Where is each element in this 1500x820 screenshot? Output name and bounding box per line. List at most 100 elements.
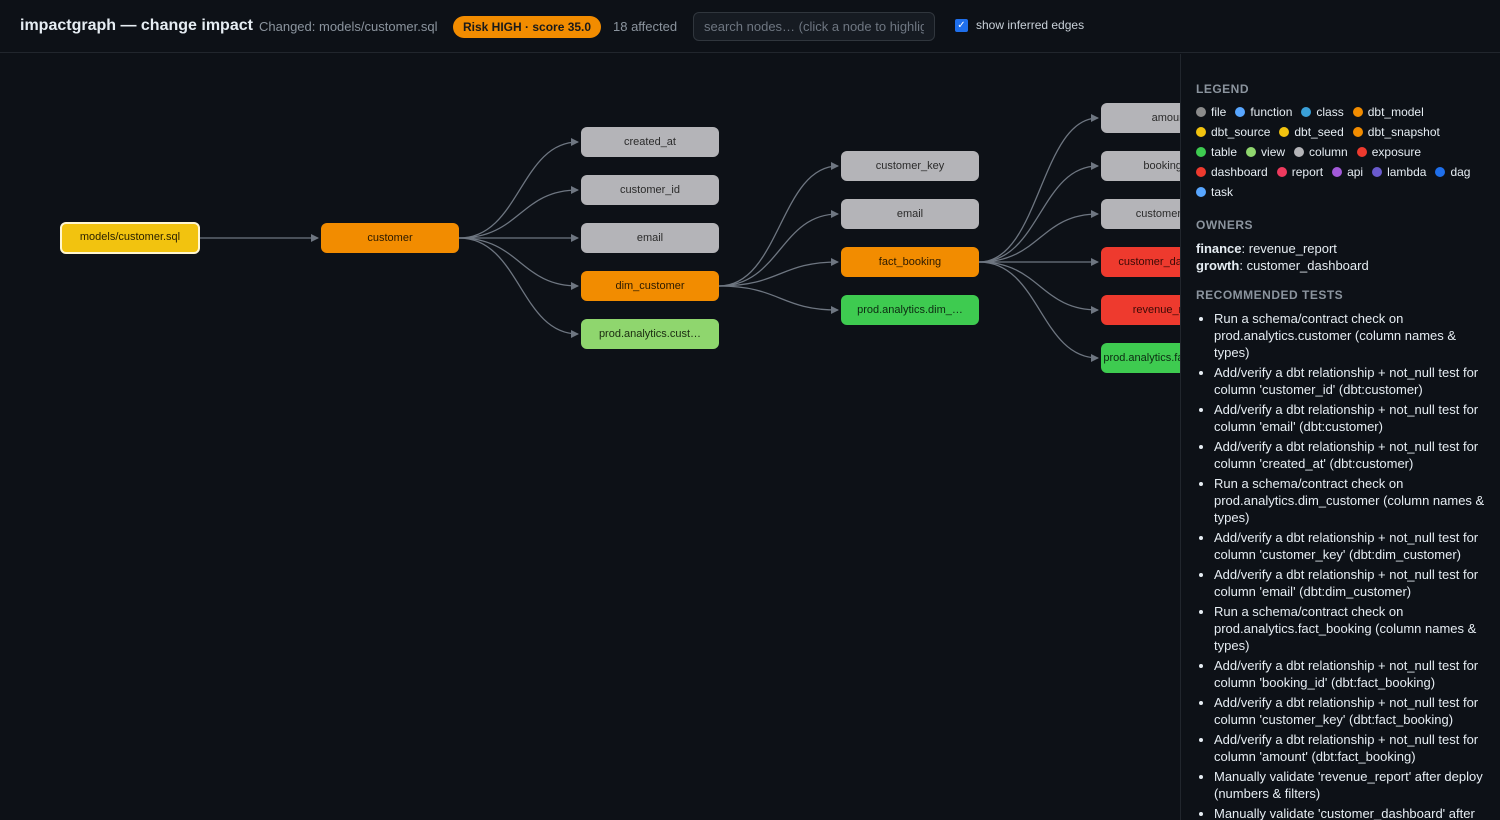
color-dot-icon	[1196, 107, 1206, 117]
color-dot-icon	[1435, 167, 1446, 177]
owner-row: finance: revenue_report	[1196, 241, 1337, 256]
legend-item: table	[1196, 144, 1237, 160]
search-input[interactable]	[693, 12, 935, 41]
graph-canvas[interactable]: models/customer.sql customer created_at …	[0, 54, 1181, 820]
legend-item: task	[1196, 184, 1233, 200]
owner-team: finance	[1196, 241, 1242, 256]
graph-node-column[interactable]: customer_key	[1101, 199, 1181, 229]
test-item: Run a schema/contract check on prod.anal…	[1214, 310, 1486, 361]
test-item: Add/verify a dbt relationship + not_null…	[1214, 364, 1486, 398]
test-item: Manually validate 'revenue_report' after…	[1214, 768, 1486, 802]
legend-item: column	[1294, 144, 1348, 160]
legend-label: dag	[1450, 165, 1471, 179]
legend-label: column	[1309, 145, 1348, 159]
legend-item: exposure	[1356, 144, 1422, 160]
legend-label: view	[1261, 145, 1286, 159]
legend-label: exposure	[1371, 145, 1422, 159]
legend-item: function	[1235, 104, 1292, 120]
checkbox-checked-icon[interactable]: ✓	[955, 18, 968, 32]
graph-node-changed-file[interactable]: models/customer.sql	[60, 222, 200, 254]
legend-label: file	[1211, 105, 1227, 119]
legend-label: function	[1250, 105, 1293, 119]
edge	[978, 210, 1099, 263]
legend-label: dbt_model	[1367, 105, 1424, 119]
color-dot-icon	[1246, 147, 1257, 157]
legend-item: class	[1301, 104, 1344, 120]
color-dot-icon	[1352, 107, 1363, 117]
test-item: Add/verify a dbt relationship + not_null…	[1214, 657, 1486, 691]
test-item: Add/verify a dbt relationship + not_null…	[1214, 566, 1486, 600]
test-item: Add/verify a dbt relationship + not_null…	[1214, 401, 1486, 435]
affected-count: 18 affected	[613, 19, 678, 34]
color-dot-icon	[1196, 167, 1206, 177]
app-title: impactgraph — change impact	[20, 17, 253, 34]
legend-item: api	[1332, 164, 1363, 180]
graph-node-view[interactable]: prod.analytics.cust…	[581, 319, 719, 349]
legend-label: dbt_snapshot	[1367, 125, 1440, 139]
legend-label: dbt_source	[1211, 125, 1271, 139]
color-dot-icon	[1301, 107, 1312, 117]
graph-node-dbt-model[interactable]: dim_customer	[581, 271, 719, 301]
owner-team: growth	[1196, 258, 1240, 273]
legend-label: table	[1211, 145, 1238, 159]
legend-item: dbt_snapshot	[1352, 124, 1440, 140]
edge	[978, 261, 1099, 314]
legend-item: dashboard	[1196, 164, 1268, 180]
test-item: Run a schema/contract check on prod.anal…	[1214, 475, 1486, 526]
test-item: Add/verify a dbt relationship + not_null…	[1214, 529, 1486, 563]
test-item: Manually validate 'customer_dashboard' a…	[1214, 805, 1486, 820]
legend-item: dbt_source	[1196, 124, 1270, 140]
test-item: Add/verify a dbt relationship + not_null…	[1214, 694, 1486, 728]
graph-node-table[interactable]: prod.analytics.fact_booking	[1101, 343, 1181, 373]
edge	[718, 285, 839, 314]
test-item: Add/verify a dbt relationship + not_null…	[1214, 731, 1486, 765]
legend-item: dbt_model	[1352, 104, 1424, 120]
legend-item: dag	[1435, 164, 1470, 180]
test-item: Add/verify a dbt relationship + not_null…	[1214, 438, 1486, 472]
graph-node-column[interactable]: booking_id	[1101, 151, 1181, 181]
legend-item: view	[1246, 144, 1285, 160]
graph-node-dashboard[interactable]: customer_dashboard	[1101, 247, 1181, 277]
color-dot-icon	[1196, 147, 1206, 157]
top-bar: impactgraph — change impact Changed: mod…	[0, 0, 1500, 53]
color-dot-icon	[1276, 167, 1287, 177]
legend: file function class dbt_model dbt_source…	[1196, 104, 1488, 204]
color-dot-icon	[1332, 167, 1343, 177]
color-dot-icon	[1352, 127, 1363, 137]
legend-label: task	[1211, 185, 1234, 199]
graph-node-column[interactable]: customer_id	[581, 175, 719, 205]
recommended-tests-title: RECOMMENDED TESTS	[1196, 288, 1344, 302]
legend-item: lambda	[1372, 164, 1426, 180]
color-dot-icon	[1279, 127, 1290, 137]
legend-label: dashboard	[1211, 165, 1268, 179]
show-inferred-edges-label: show inferred edges	[976, 18, 1085, 32]
graph-node-column[interactable]: created_at	[581, 127, 719, 157]
owner-row: growth: customer_dashboard	[1196, 258, 1369, 273]
legend-label: class	[1316, 105, 1344, 119]
edge	[978, 114, 1099, 263]
graph-node-table[interactable]: prod.analytics.dim_…	[841, 295, 979, 325]
edge	[458, 186, 579, 239]
owners-list: finance: revenue_report growth: customer…	[1196, 240, 1486, 274]
legend-label: report	[1291, 165, 1324, 179]
graph-node-report[interactable]: revenue_report	[1101, 295, 1181, 325]
graph-node-column[interactable]: email	[841, 199, 979, 229]
graph-node-column[interactable]: amount	[1101, 103, 1181, 133]
color-dot-icon	[1372, 167, 1383, 177]
graph-node-dbt-model[interactable]: customer	[321, 223, 459, 253]
legend-label: api	[1347, 165, 1364, 179]
show-inferred-edges-toggle[interactable]: ✓ show inferred edges	[955, 18, 1084, 32]
color-dot-icon	[1196, 127, 1206, 137]
owner-asset: revenue_report	[1248, 241, 1337, 256]
graph-node-column[interactable]: customer_key	[841, 151, 979, 181]
test-item: Run a schema/contract check on prod.anal…	[1214, 603, 1486, 654]
graph-node-dbt-model[interactable]: fact_booking	[841, 247, 979, 277]
changed-file-label: Changed: models/customer.sql	[259, 19, 438, 34]
legend-label: dbt_seed	[1294, 125, 1344, 139]
graph-node-column[interactable]: email	[581, 223, 719, 253]
legend-title: LEGEND	[1196, 82, 1250, 96]
legend-item: file	[1196, 104, 1226, 120]
owner-asset: customer_dashboard	[1246, 258, 1369, 273]
color-dot-icon	[1356, 147, 1367, 157]
side-panel[interactable]: LEGEND file function class dbt_model dbt…	[1180, 54, 1500, 820]
